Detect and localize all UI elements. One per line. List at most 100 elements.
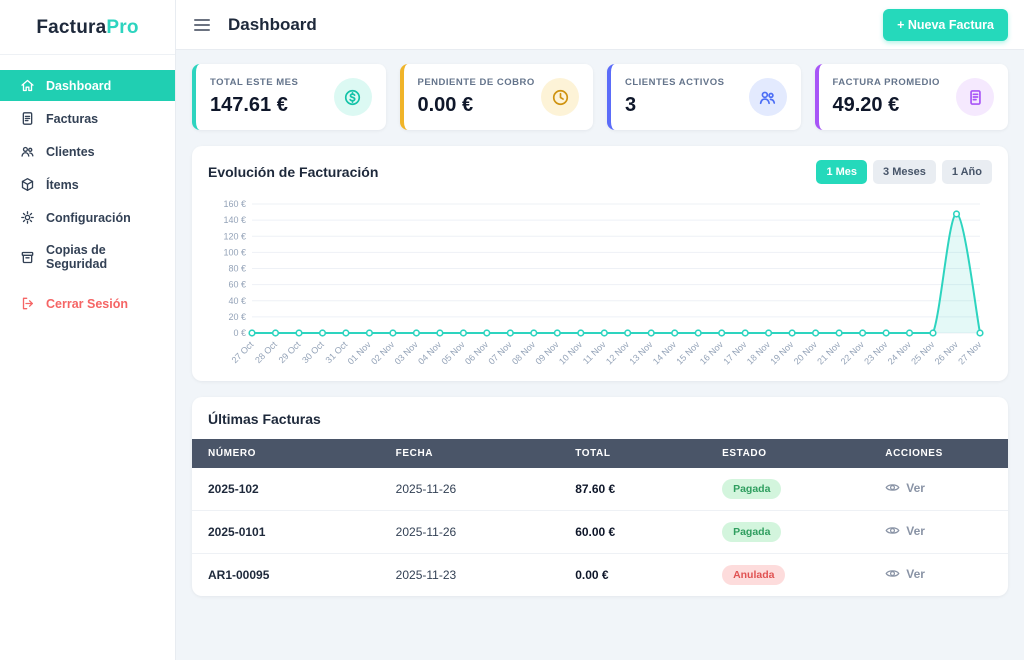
invoice-number: 2025-0101 — [192, 511, 380, 554]
svg-text:29 Oct: 29 Oct — [277, 339, 303, 365]
period-switcher: 1 Mes 3 Meses 1 Año — [816, 160, 992, 184]
sidebar-item-copias-de-seguridad[interactable]: Copias de Seguridad — [0, 235, 175, 279]
invoice-number: 2025-102 — [192, 468, 380, 511]
view-invoice-button[interactable]: Ver — [885, 566, 925, 581]
home-icon — [20, 78, 35, 93]
sidebar-item-clientes[interactable]: Clientes — [0, 136, 175, 167]
stats-row: TOTAL ESTE MES 147.61 € PENDIENTE DE COB… — [192, 64, 1008, 130]
dollar-circle-icon — [334, 78, 372, 116]
eye-icon — [885, 566, 900, 581]
svg-text:27 Nov: 27 Nov — [956, 339, 984, 367]
svg-text:19 Nov: 19 Nov — [768, 339, 796, 367]
svg-text:17 Nov: 17 Nov — [721, 339, 749, 367]
invoice-number: AR1-00095 — [192, 554, 380, 597]
svg-text:24 Nov: 24 Nov — [886, 339, 914, 367]
invoice-date: 2025-11-26 — [380, 468, 560, 511]
stat-label: TOTAL ESTE MES — [210, 77, 298, 88]
svg-text:30 Oct: 30 Oct — [300, 339, 326, 365]
new-invoice-button[interactable]: + Nueva Factura — [883, 9, 1008, 41]
svg-text:07 Nov: 07 Nov — [486, 339, 514, 367]
archive-icon — [20, 250, 35, 265]
status-badge: Pagada — [722, 479, 781, 499]
sidebar-item-label: Cerrar Sesión — [46, 297, 128, 311]
view-invoice-button[interactable]: Ver — [885, 480, 925, 495]
period-button-1-ano[interactable]: 1 Año — [942, 160, 992, 184]
svg-text:60 €: 60 € — [228, 280, 246, 290]
table-header-row: NÚMERO FECHA TOTAL ESTADO ACCIONES — [192, 439, 1008, 468]
invoice-total: 0.00 € — [559, 554, 706, 597]
invoice-total: 60.00 € — [559, 511, 706, 554]
revenue-evolution-chart: 0 €20 €40 €60 €80 €100 €120 €140 €160 €2… — [210, 192, 990, 375]
svg-text:28 Oct: 28 Oct — [253, 339, 279, 365]
table-row: 2025-102 2025-11-26 87.60 € Pagada Ver — [192, 468, 1008, 511]
topbar: Dashboard + Nueva Factura — [176, 0, 1024, 50]
svg-text:27 Oct: 27 Oct — [230, 339, 256, 365]
col-header-numero: NÚMERO — [192, 439, 380, 468]
sidebar-item-items[interactable]: Ítems — [0, 169, 175, 200]
sidebar-item-facturas[interactable]: Facturas — [0, 103, 175, 134]
svg-text:05 Nov: 05 Nov — [440, 339, 468, 367]
chart-title: Evolución de Facturación — [208, 164, 378, 180]
cube-icon — [20, 177, 35, 192]
svg-text:03 Nov: 03 Nov — [393, 339, 421, 367]
svg-text:12 Nov: 12 Nov — [604, 339, 632, 367]
sidebar-item-configuracion[interactable]: Configuración — [0, 202, 175, 233]
period-button-1-mes[interactable]: 1 Mes — [816, 160, 867, 184]
sidebar: FacturaPro Dashboard Facturas Clientes Í… — [0, 0, 176, 660]
page-title: Dashboard — [228, 15, 317, 35]
svg-text:80 €: 80 € — [228, 264, 246, 274]
latest-invoices-card: Últimas Facturas NÚMERO FECHA TOTAL ESTA… — [192, 397, 1008, 596]
invoice-total: 87.60 € — [559, 468, 706, 511]
main-area: Dashboard + Nueva Factura TOTAL ESTE MES… — [176, 0, 1024, 660]
svg-text:15 Nov: 15 Nov — [674, 339, 702, 367]
view-invoice-button[interactable]: Ver — [885, 523, 925, 538]
sidebar-item-label: Copias de Seguridad — [46, 243, 155, 271]
sidebar-item-cerrar-sesion[interactable]: Cerrar Sesión — [0, 288, 175, 319]
logout-icon — [20, 296, 35, 311]
svg-text:10 Nov: 10 Nov — [557, 339, 585, 367]
status-badge: Anulada — [722, 565, 785, 585]
gear-icon — [20, 210, 35, 225]
svg-text:140 €: 140 € — [223, 215, 246, 225]
svg-text:21 Nov: 21 Nov — [815, 339, 843, 367]
eye-icon — [885, 523, 900, 538]
col-header-total: TOTAL — [559, 439, 706, 468]
svg-text:09 Nov: 09 Nov — [533, 339, 561, 367]
svg-text:02 Nov: 02 Nov — [369, 339, 397, 367]
svg-text:14 Nov: 14 Nov — [651, 339, 679, 367]
svg-text:100 €: 100 € — [223, 247, 246, 257]
eye-icon — [885, 480, 900, 495]
col-header-fecha: FECHA — [380, 439, 560, 468]
invoice-date: 2025-11-23 — [380, 554, 560, 597]
svg-text:26 Nov: 26 Nov — [933, 339, 961, 367]
stat-card-total-este-mes: TOTAL ESTE MES 147.61 € — [192, 64, 386, 130]
svg-text:40 €: 40 € — [228, 296, 246, 306]
sidebar-item-label: Ítems — [46, 178, 79, 192]
sidebar-item-label: Clientes — [46, 145, 95, 159]
stat-label: PENDIENTE DE COBRO — [418, 77, 535, 88]
svg-text:06 Nov: 06 Nov — [463, 339, 491, 367]
col-header-estado: ESTADO — [706, 439, 869, 468]
svg-text:25 Nov: 25 Nov — [909, 339, 937, 367]
stat-value: 147.61 € — [210, 94, 298, 117]
sidebar-item-dashboard[interactable]: Dashboard — [0, 70, 175, 101]
svg-text:20 €: 20 € — [228, 312, 246, 322]
menu-toggle-icon[interactable] — [192, 15, 212, 35]
svg-text:31 Oct: 31 Oct — [324, 339, 350, 365]
stat-card-clientes-activos: CLIENTES ACTIVOS 3 — [607, 64, 801, 130]
invoices-table: NÚMERO FECHA TOTAL ESTADO ACCIONES 2025-… — [192, 439, 1008, 596]
app-logo: FacturaPro — [0, 0, 175, 55]
table-row: 2025-0101 2025-11-26 60.00 € Pagada Ver — [192, 511, 1008, 554]
stat-value: 3 — [625, 94, 725, 117]
period-button-3-meses[interactable]: 3 Meses — [873, 160, 936, 184]
invoice-date: 2025-11-26 — [380, 511, 560, 554]
file-icon — [20, 111, 35, 126]
table-row: AR1-00095 2025-11-23 0.00 € Anulada Ver — [192, 554, 1008, 597]
table-title: Últimas Facturas — [192, 411, 1008, 439]
chart-card: Evolución de Facturación 1 Mes 3 Meses 1… — [192, 146, 1008, 381]
svg-text:18 Nov: 18 Nov — [745, 339, 773, 367]
stat-label: CLIENTES ACTIVOS — [625, 77, 725, 88]
svg-text:08 Nov: 08 Nov — [510, 339, 538, 367]
sidebar-item-label: Dashboard — [46, 79, 111, 93]
logo-text-accent: Pro — [106, 17, 138, 38]
